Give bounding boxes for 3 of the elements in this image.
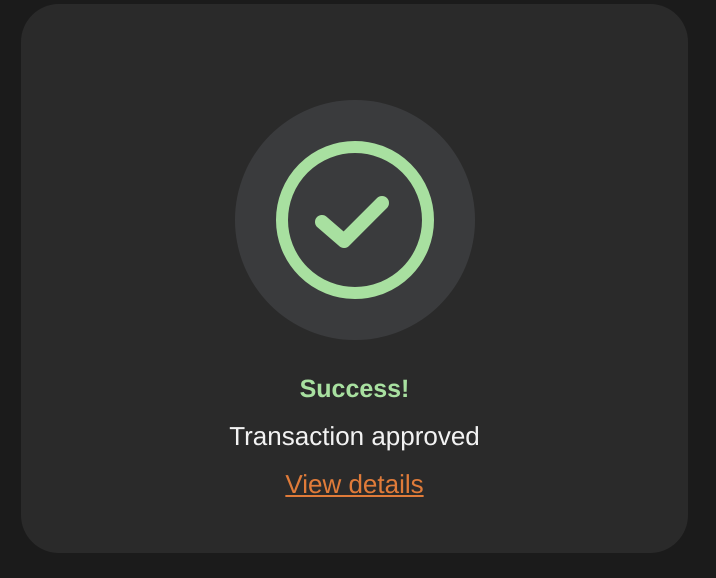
- view-details-link[interactable]: View details: [285, 466, 424, 502]
- status-title: Success!: [300, 374, 410, 405]
- status-message: Transaction approved: [229, 420, 480, 453]
